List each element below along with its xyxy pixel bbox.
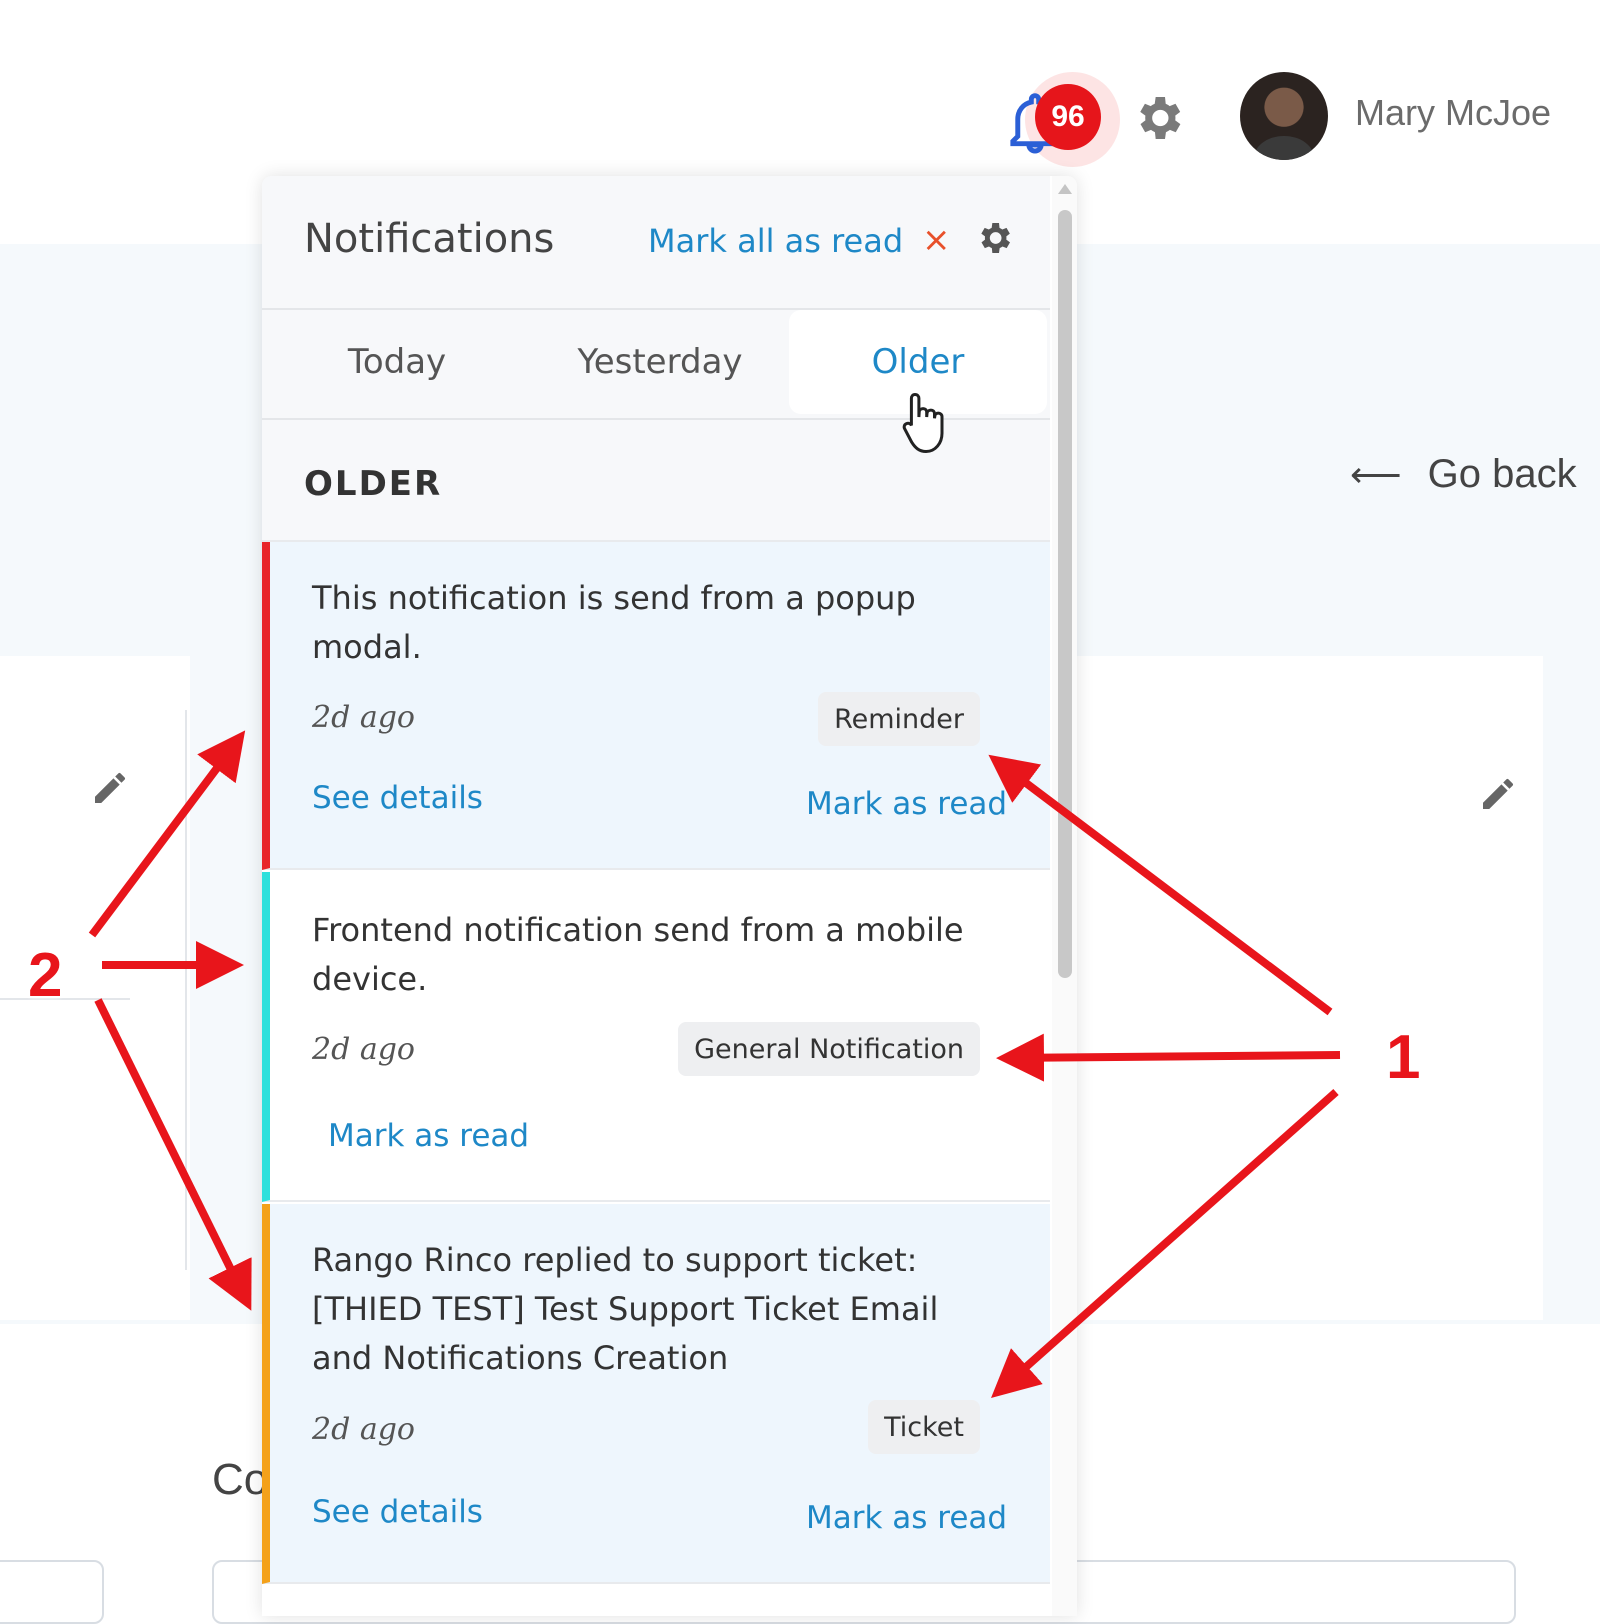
- notification-time: 2d ago: [312, 700, 415, 735]
- notifications-panel: Notifications Mark all as read × Today Y…: [262, 176, 1077, 1616]
- text-field[interactable]: [0, 1560, 104, 1624]
- see-details-link[interactable]: See details: [312, 780, 483, 816]
- notification-count-badge: 96: [1035, 84, 1101, 150]
- go-back-link[interactable]: ⟵ Go back: [1350, 452, 1577, 497]
- notification-time: 2d ago: [312, 1412, 415, 1447]
- gear-icon[interactable]: [1130, 90, 1186, 146]
- notification-message: Frontend notification send from a mobile…: [312, 911, 964, 998]
- notification-tag: General Notification: [678, 1022, 980, 1076]
- section-title: OLDER: [304, 464, 443, 504]
- divider: [0, 998, 130, 1000]
- arrow-left-icon: ⟵: [1350, 453, 1402, 495]
- notification-item[interactable]: This notification is send from a popup m…: [262, 542, 1050, 870]
- mark-as-read-link[interactable]: Mark as read: [806, 786, 1007, 822]
- notification-message: This notification is send from a popup m…: [312, 579, 916, 666]
- gear-icon[interactable]: [974, 218, 1014, 258]
- notifications-button[interactable]: 96: [1005, 72, 1120, 172]
- panel-header: Notifications Mark all as read ×: [262, 176, 1050, 310]
- notification-tag: Reminder: [818, 692, 980, 746]
- pencil-icon[interactable]: [90, 768, 130, 808]
- content-card-right: [1075, 656, 1543, 1320]
- notification-item[interactable]: Frontend notification send from a mobile…: [262, 872, 1050, 1202]
- mark-all-read-button[interactable]: Mark all as read: [648, 222, 903, 260]
- section-heading: Co: [212, 1455, 269, 1504]
- hand-cursor-icon: [902, 392, 944, 454]
- annotation-label: 1: [1386, 1023, 1421, 1092]
- notification-tag: Ticket: [868, 1400, 980, 1454]
- notification-message: Rango Rinco replied to support ticket: […: [312, 1241, 939, 1377]
- tab-yesterday[interactable]: Yesterday: [525, 310, 795, 414]
- mark-as-read-link[interactable]: Mark as read: [328, 1118, 529, 1154]
- panel-title: Notifications: [304, 216, 555, 262]
- notification-item[interactable]: Rango Rinco replied to support ticket: […: [262, 1204, 1050, 1584]
- divider: [185, 710, 187, 1270]
- annotation-label: 2: [28, 941, 63, 1010]
- user-name[interactable]: Mary McJoe: [1355, 92, 1551, 134]
- go-back-label: Go back: [1427, 452, 1577, 496]
- scrollbar-thumb[interactable]: [1058, 210, 1072, 978]
- scroll-up-icon[interactable]: [1058, 184, 1072, 194]
- pencil-icon[interactable]: [1478, 774, 1518, 814]
- tab-today[interactable]: Today: [262, 310, 532, 414]
- close-icon[interactable]: ×: [922, 220, 951, 260]
- see-details-link[interactable]: See details: [312, 1494, 483, 1530]
- mark-as-read-link[interactable]: Mark as read: [806, 1500, 1007, 1536]
- notification-time: 2d ago: [312, 1032, 415, 1067]
- avatar[interactable]: [1240, 72, 1328, 160]
